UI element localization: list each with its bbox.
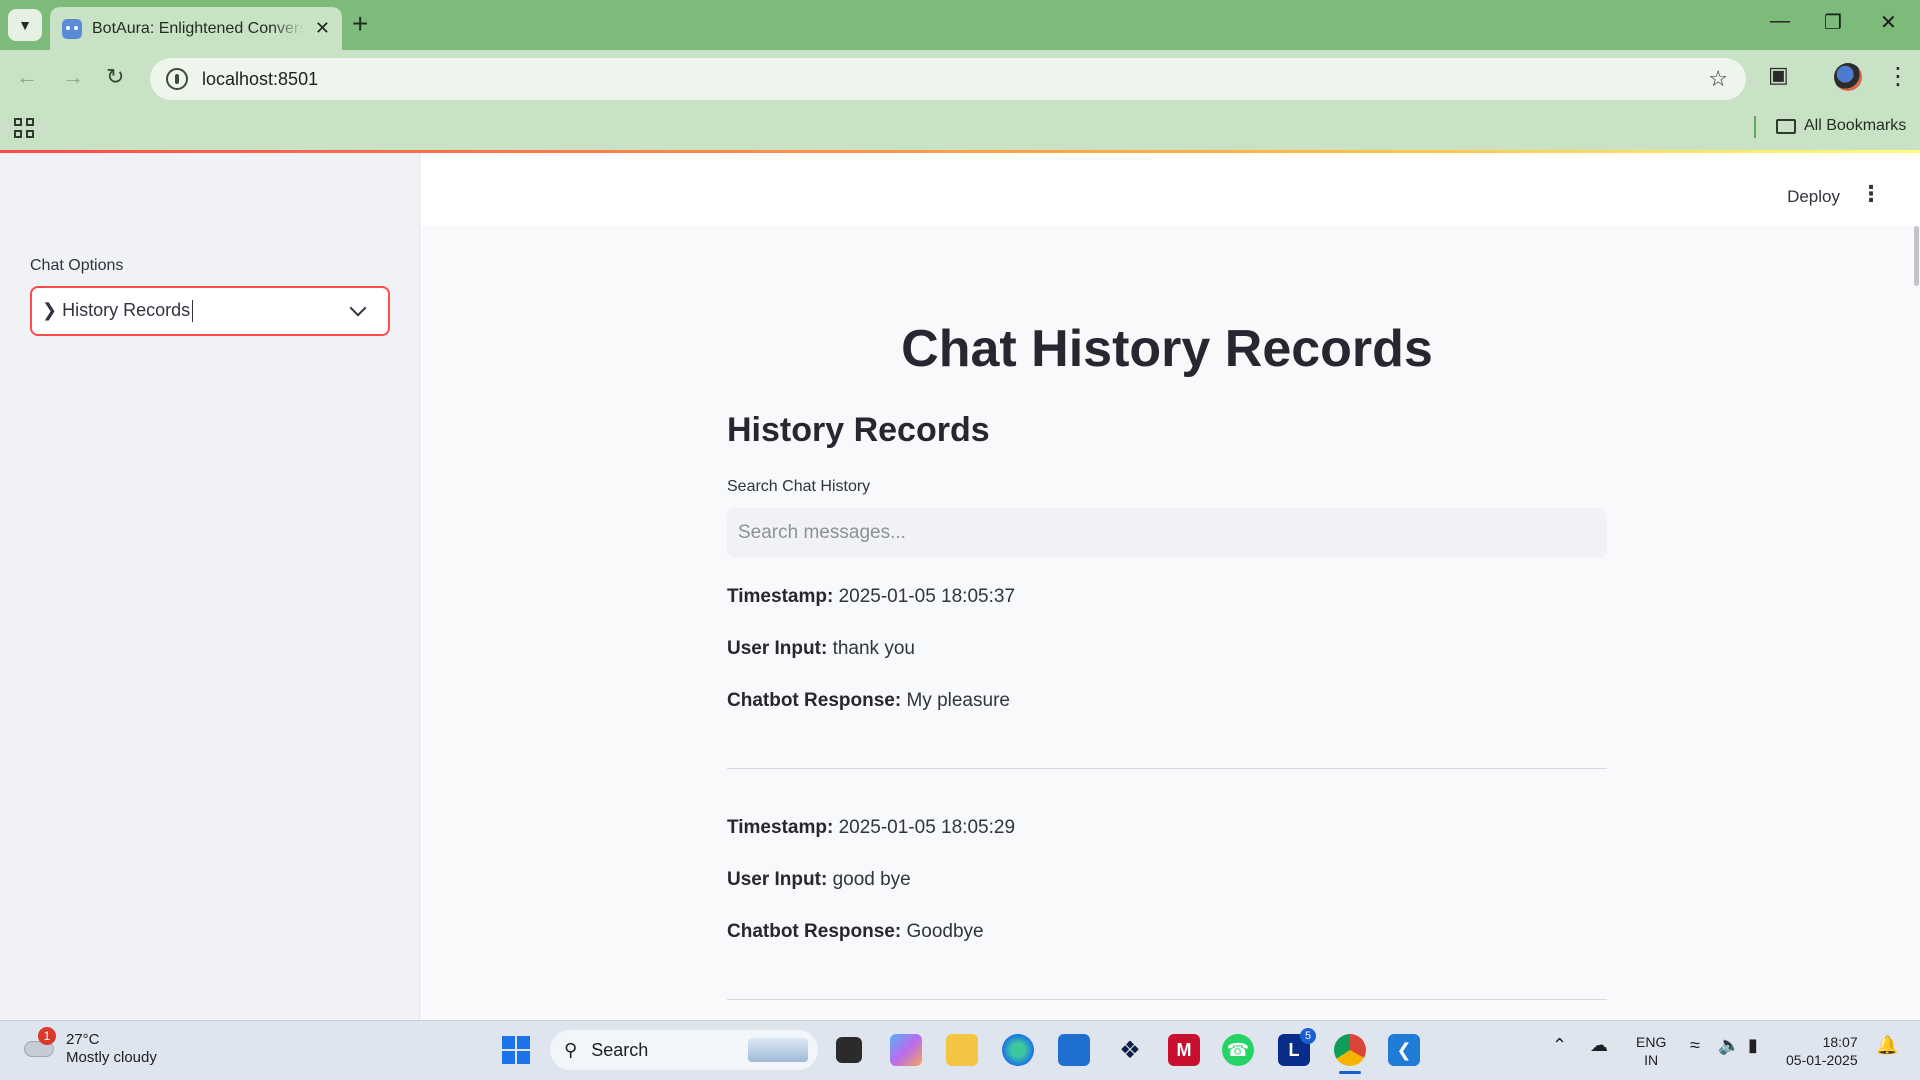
sidebar: Chat Options ❯ History Records [0, 153, 420, 1020]
chevron-down-icon: ▼ [18, 17, 32, 33]
weather-badge: 1 [38, 1027, 56, 1045]
scrollbar[interactable] [1912, 226, 1920, 286]
launcher-l-icon[interactable]: L5 [1278, 1028, 1316, 1066]
edge-icon[interactable] [1002, 1034, 1034, 1066]
record-timestamp: Timestamp: 2025-01-05 18:05:29 [727, 817, 1016, 838]
new-tab-icon[interactable]: + [352, 8, 368, 40]
clock-time: 18:07 [1822, 1034, 1858, 1050]
forward-arrow-icon[interactable]: → [62, 64, 84, 90]
weather-temp: 27°C [66, 1031, 100, 1048]
windows-logo-icon [502, 1036, 530, 1064]
clock-date: 05-01-2025 [1786, 1052, 1858, 1068]
notification-badge: 5 [1300, 1028, 1316, 1044]
tab-search-button[interactable]: ▼ [8, 9, 42, 41]
search-highlight-image [748, 1038, 808, 1062]
all-bookmarks-label: All Bookmarks [1804, 117, 1907, 134]
reload-icon[interactable]: ↻ [106, 64, 124, 90]
record-divider [727, 768, 1607, 769]
file-explorer-icon[interactable] [946, 1034, 978, 1066]
search-label: Search Chat History [727, 478, 871, 495]
bookmarks-divider [1754, 116, 1756, 138]
back-arrow-icon[interactable]: ← [16, 64, 38, 90]
taskbar-search[interactable]: ⚲ Search [550, 1030, 818, 1070]
chevron-down-icon[interactable] [349, 299, 367, 317]
bot-favicon-icon [62, 18, 82, 39]
taskbar-search-label: Search [591, 1039, 649, 1060]
url-text: localhost:8501 [202, 68, 319, 89]
restore-icon[interactable]: ❐ [1824, 10, 1842, 35]
chevron-up-icon[interactable]: ⌃ [1552, 1035, 1567, 1056]
record-timestamp: Timestamp: 2025-01-05 18:05:37 [727, 586, 1016, 607]
main-menu-icon[interactable]: ⋮ [1860, 183, 1882, 205]
bookmarks-bar: All Bookmarks [0, 108, 1920, 150]
search-icon: ⚲ [564, 1039, 578, 1060]
section-title: History Records [727, 411, 990, 449]
chat-options-select[interactable]: ❯ History Records [30, 286, 390, 336]
store-icon[interactable] [1058, 1034, 1090, 1066]
mcafee-icon[interactable]: M [1168, 1034, 1200, 1066]
apps-grid-icon[interactable] [14, 118, 34, 138]
all-bookmarks-button[interactable]: All Bookmarks [1776, 117, 1906, 135]
cloud-icon: 1 [22, 1027, 56, 1059]
vscode-icon[interactable]: ❮ [1388, 1034, 1420, 1066]
weather-condition: Mostly cloudy [66, 1049, 157, 1066]
copilot-icon[interactable] [890, 1034, 922, 1066]
minimize-icon[interactable]: — [1770, 10, 1790, 33]
taskbar: 1 27°C Mostly cloudy ⚲ Search ❖ M ☎ L5 ❮… [0, 1020, 1920, 1080]
whatsapp-icon[interactable]: ☎ [1222, 1034, 1254, 1066]
site-info-icon[interactable] [166, 68, 188, 90]
record-divider [727, 999, 1607, 1000]
weather-widget[interactable]: 1 27°C Mostly cloudy [22, 1027, 157, 1067]
tab-title: BotAura: Enlightened Conversations [92, 19, 304, 37]
history-record: Timestamp: 2025-01-05 18:05:37 User Inpu… [727, 582, 1607, 716]
wifi-icon[interactable]: ≈ [1690, 1035, 1700, 1056]
notification-bell-icon[interactable]: 🔔 [1876, 1035, 1898, 1056]
dropbox-icon[interactable]: ❖ [1114, 1034, 1146, 1066]
browser-menu-icon[interactable]: ⋮ [1886, 62, 1910, 91]
deploy-button[interactable]: Deploy [1787, 187, 1840, 207]
chat-options-label: Chat Options [30, 257, 124, 274]
app-header: Deploy ⋮ [421, 153, 1920, 226]
select-value: ❯ History Records [42, 300, 194, 323]
start-button[interactable] [500, 1034, 532, 1066]
page-title: Chat History Records [901, 320, 1433, 378]
browser-toolbar: ← → ↻ localhost:8501 ☆ ▣ ⋮ [0, 50, 1920, 108]
main-area: Deploy ⋮ Chat History Records History Re… [421, 153, 1920, 1020]
chrome-icon[interactable] [1334, 1034, 1366, 1074]
record-user-input: User Input: thank you [727, 638, 915, 659]
history-record: Timestamp: 2025-01-05 18:05:29 User Inpu… [727, 813, 1607, 947]
record-user-input: User Input: good bye [727, 869, 911, 890]
task-view-icon[interactable] [836, 1037, 862, 1063]
onedrive-cloud-icon[interactable]: ☁ [1590, 1035, 1608, 1056]
record-chatbot-response: Chatbot Response: Goodbye [727, 921, 984, 942]
browser-tab-active[interactable]: BotAura: Enlightened Conversations ✕ [50, 7, 342, 50]
volume-icon[interactable]: 🔈 [1718, 1035, 1740, 1056]
record-chatbot-response: Chatbot Response: My pleasure [727, 690, 1010, 711]
clock[interactable]: 18:07 05-01-2025 [1786, 1033, 1858, 1069]
battery-icon[interactable]: ▮ [1748, 1035, 1758, 1056]
profile-avatar[interactable] [1834, 63, 1862, 91]
window-close-icon[interactable]: ✕ [1880, 10, 1897, 35]
content-block: Chat History Records History Records Sea… [727, 226, 1607, 1044]
extensions-puzzle-icon[interactable]: ▣ [1768, 62, 1789, 88]
bookmark-star-icon[interactable]: ☆ [1708, 66, 1728, 92]
tab-close-icon[interactable]: ✕ [315, 18, 330, 39]
address-bar[interactable]: localhost:8501 ☆ [150, 58, 1746, 100]
browser-tab-bar: ▼ BotAura: Enlightened Conversations ✕ +… [0, 0, 1920, 50]
search-input[interactable] [727, 508, 1607, 558]
language-indicator[interactable]: ENG IN [1636, 1033, 1666, 1069]
folder-icon [1776, 118, 1796, 134]
